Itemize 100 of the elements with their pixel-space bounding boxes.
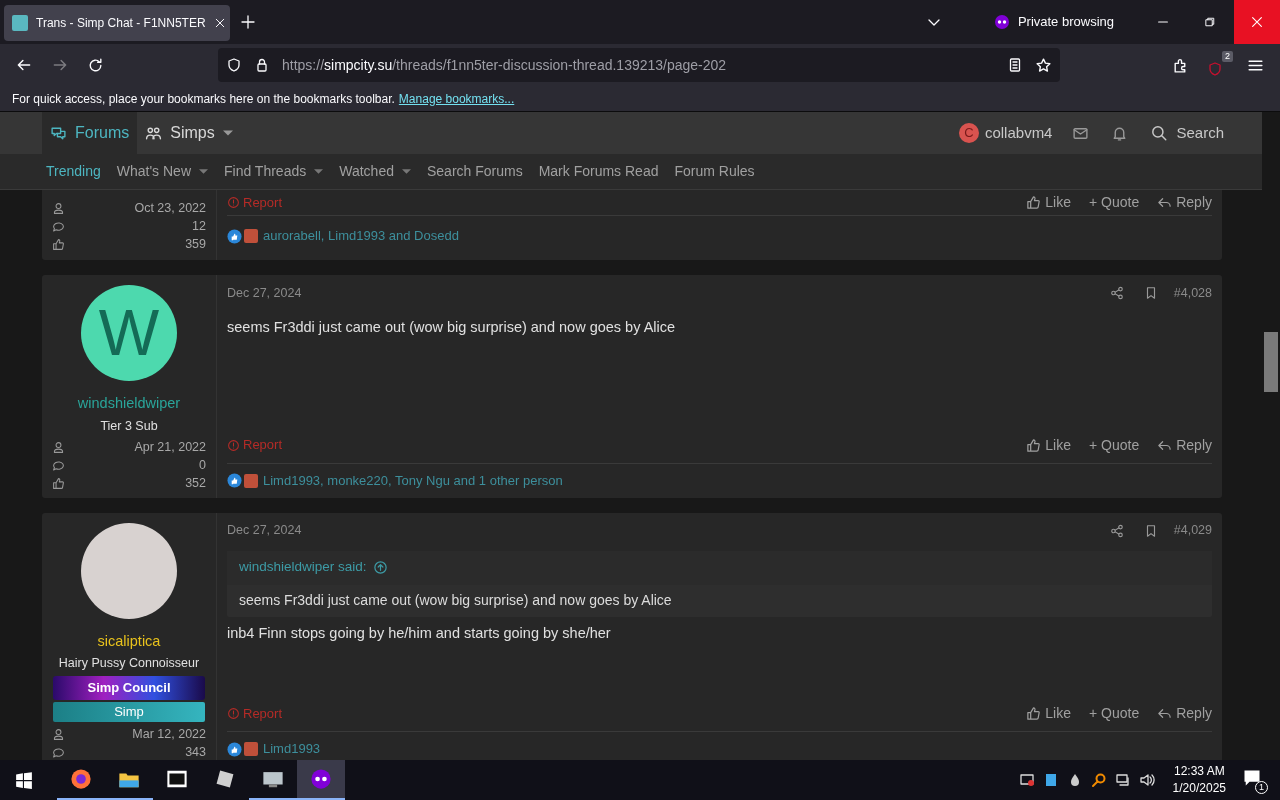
thumbs-up-icon: [1026, 195, 1042, 210]
post-action-link[interactable]: + Quote: [1089, 192, 1140, 213]
sub-nav-link[interactable]: Watched: [339, 161, 411, 182]
user-title: Hairy Pussy Connoisseur: [58, 655, 200, 673]
user-icon: [52, 201, 65, 215]
sub-nav-link[interactable]: What's New: [116, 161, 208, 182]
user-account-link[interactable]: C collabvm4: [958, 121, 1053, 145]
bookmarks-hint: For quick access, place your bookmarks here on the bookmarks toolbar.: [12, 90, 395, 108]
private-browsing-label: Private browsing: [1017, 13, 1114, 32]
quote-author-link[interactable]: windshieldwiper said:: [239, 557, 367, 578]
thumbs-up-icon: [52, 237, 65, 251]
reactions-list[interactable]: Limd1993: [263, 739, 321, 759]
search-button[interactable]: Search: [1150, 121, 1224, 145]
speech-bubble-icon: [52, 459, 65, 472]
user-stat: 0: [199, 457, 206, 475]
shield-icon[interactable]: [226, 57, 242, 73]
user-stat: 12: [192, 217, 206, 235]
username-link[interactable]: sicaliptica: [97, 630, 161, 653]
share-icon[interactable]: [1109, 286, 1124, 300]
sub-nav-link[interactable]: Search Forums: [426, 161, 523, 182]
user-banner: Simp: [53, 702, 205, 722]
user-avatar: C: [958, 123, 979, 143]
user-title: Tier 3 Sub: [100, 417, 158, 435]
share-icon[interactable]: [1109, 523, 1124, 538]
mask-icon: [310, 768, 332, 790]
badge-count: 2: [1222, 51, 1233, 62]
reload-icon[interactable]: [87, 56, 104, 74]
post-date: Dec 27, 2024: [227, 522, 302, 540]
new-tab-icon[interactable]: [240, 14, 256, 30]
thumbs-up-icon: [52, 477, 65, 490]
user-stat: Apr 21, 2022: [134, 439, 206, 457]
browser-tab[interactable]: Trans - Simp Chat - F1NN5TER: [4, 5, 230, 41]
clock-time: 12:33 AM: [1173, 763, 1225, 780]
lock-icon[interactable]: [254, 57, 270, 73]
close-icon[interactable]: [213, 17, 226, 29]
thumbs-up-icon: [1026, 706, 1042, 721]
user-icon: [52, 441, 65, 454]
like-reaction-icon: [227, 741, 242, 757]
username: collabvm4: [984, 122, 1053, 143]
notification-button[interactable]: 1: [1242, 768, 1266, 792]
post-body: inb4 Finn stops going by he/him and starts going by she/her: [227, 623, 612, 643]
manage-bookmarks-link[interactable]: Manage bookmarks...: [398, 89, 515, 108]
speech-bubble-icon: [1242, 768, 1262, 788]
post-action-link[interactable]: Like: [1026, 192, 1071, 213]
post-action-link[interactable]: + Quote: [1089, 434, 1140, 456]
like-reaction-icon: [227, 228, 242, 244]
username-link[interactable]: windshieldwiper: [77, 393, 181, 415]
avatar: W: [81, 285, 177, 381]
user-stat: 352: [185, 475, 206, 493]
clock-date: 1/20/2025: [1172, 780, 1226, 797]
windows-logo-icon[interactable]: [15, 771, 33, 789]
post-action-link[interactable]: Like: [1026, 703, 1071, 724]
user-stat: Oct 23, 2022: [134, 199, 206, 217]
thumbs-up-icon: [1026, 437, 1042, 453]
user-stat: 359: [185, 235, 206, 253]
mask-icon: [993, 14, 1010, 30]
screen-icon[interactable]: [1018, 772, 1035, 788]
post-date: Dec 27, 2024: [227, 284, 302, 302]
post-action-link[interactable]: Reply: [1157, 192, 1212, 213]
nav-tab[interactable]: Forums: [42, 112, 138, 154]
quote-text: seems Fr3ddi just came out (wow big surprise) and now goes by Alice: [238, 591, 673, 610]
speech-bubble-icon: [52, 745, 65, 759]
extension-button[interactable]: 2: [1207, 51, 1233, 79]
user-stat: 343: [185, 743, 206, 760]
sub-nav-link[interactable]: Mark Forums Read: [538, 161, 659, 182]
like-reaction-icon: [227, 473, 242, 488]
sub-nav-link[interactable]: Find Threads: [224, 161, 324, 182]
report-icon: [227, 438, 240, 452]
address-bar[interactable]: https://simpcity.su/threads/f1nn5ter-discussion-thread.139213/page-202: [218, 48, 1060, 82]
post-action-link[interactable]: + Quote: [1089, 703, 1140, 724]
tab-title: Trans - Simp Chat - F1NN5TER: [36, 15, 206, 32]
reader-view-icon[interactable]: [1007, 57, 1023, 73]
report-icon: [227, 196, 240, 209]
user-stat: Mar 12, 2022: [132, 725, 206, 743]
network-icon[interactable]: [1114, 772, 1131, 788]
report-icon: [227, 707, 240, 720]
sub-nav-link[interactable]: Forum Rules: [674, 161, 755, 182]
speaker-icon[interactable]: [1138, 772, 1155, 788]
user-icon: [52, 727, 65, 741]
clock[interactable]: 12:33 AM 1/20/2025: [1172, 763, 1226, 797]
post-number[interactable]: #4,028: [1173, 283, 1212, 303]
sub-nav-link[interactable]: Trending: [46, 161, 101, 182]
restore-icon[interactable]: [1204, 16, 1216, 28]
post-action-link[interactable]: Like: [1026, 434, 1071, 456]
close-icon: [1250, 15, 1264, 29]
reactions-list[interactable]: aurorabell, Limd1993 and Dosedd: [263, 226, 459, 246]
shield-icon: [1207, 61, 1223, 77]
badge-count: 1: [1255, 781, 1268, 794]
nav-tab[interactable]: Simps: [137, 112, 241, 154]
star-icon[interactable]: [1035, 56, 1052, 74]
url-text: https://simpcity.su/threads/f1nn5ter-discussion-thread.139213/page-202: [282, 55, 728, 75]
user-banner: Simp Council: [53, 676, 205, 700]
reactions-list[interactable]: Limd1993, monke220, Tony Ngu and 1 other person: [263, 470, 563, 491]
scrollbar-thumb[interactable]: [1264, 332, 1278, 392]
firefox-icon: [70, 768, 92, 790]
post-action-link[interactable]: Reply: [1157, 703, 1212, 724]
search-icon: [1150, 124, 1169, 142]
magnifier-icon[interactable]: [1090, 772, 1107, 788]
post-action-link[interactable]: Reply: [1157, 434, 1212, 456]
post-number[interactable]: #4,029: [1173, 521, 1212, 540]
